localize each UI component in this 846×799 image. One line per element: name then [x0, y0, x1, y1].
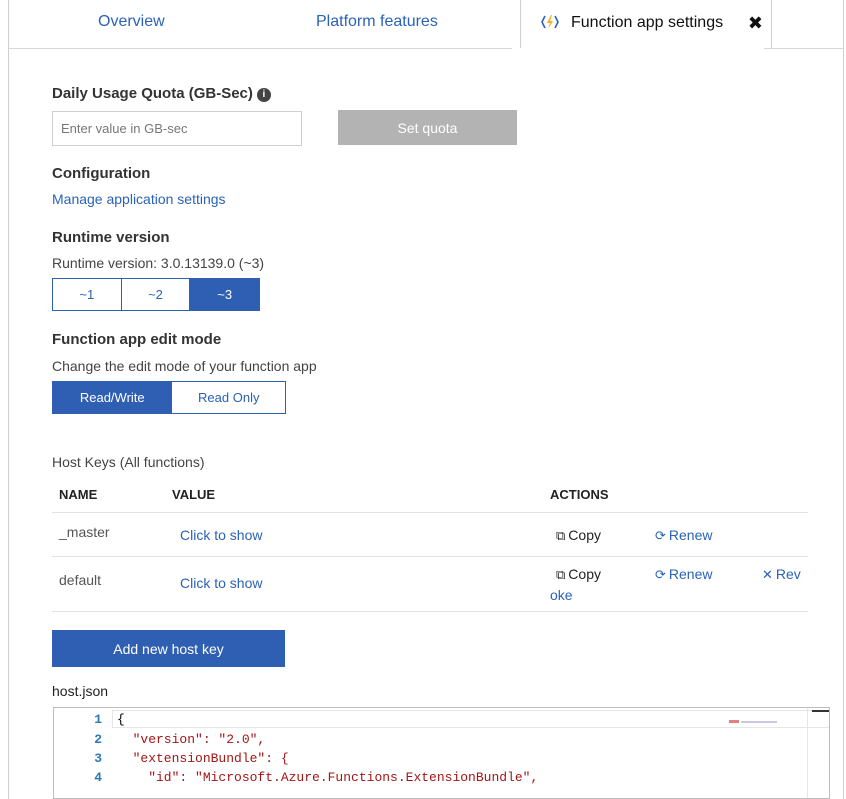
row-divider	[52, 556, 808, 557]
copy-button[interactable]: ⧉ Copy	[556, 566, 601, 583]
tab-divider	[8, 48, 512, 49]
scrollbar-thumb[interactable]	[812, 710, 829, 712]
tab-divider	[764, 48, 844, 49]
copy-label: Copy	[568, 566, 601, 582]
copy-icon: ⧉	[556, 528, 566, 543]
edit-mode-selector: Read/Write Read Only	[52, 381, 286, 414]
renew-icon: ⟳	[655, 528, 666, 543]
quota-heading: Daily Usage Quota (GB-Sec) i	[52, 85, 271, 103]
function-bolt-icon	[541, 13, 559, 31]
runtime-option-3[interactable]: ~3	[190, 279, 259, 310]
editor-scrollbar[interactable]	[807, 708, 829, 798]
runtime-option-1[interactable]: ~1	[53, 279, 122, 310]
quota-input[interactable]	[52, 111, 302, 146]
copy-icon: ⧉	[556, 567, 566, 582]
revoke-button[interactable]: ✕ Rev	[762, 566, 801, 583]
line-number: 3	[94, 751, 102, 766]
current-line-highlight	[112, 710, 829, 728]
tab-function-app-settings[interactable]: Function app settings ✖	[520, 0, 772, 48]
tab-platform-features[interactable]: Platform features	[316, 0, 438, 48]
column-header-name: NAME	[59, 487, 98, 502]
edit-mode-read-write[interactable]: Read/Write	[53, 382, 173, 413]
click-to-show-link[interactable]: Click to show	[180, 527, 262, 543]
key-name: _master	[59, 524, 110, 540]
revoke-label-wrap[interactable]: oke	[550, 587, 573, 603]
line-number: 4	[94, 770, 102, 785]
host-json-label: host.json	[52, 683, 109, 699]
quota-title: Daily Usage Quota (GB-Sec)	[52, 85, 253, 102]
key-name: default	[59, 572, 102, 588]
row-divider	[52, 512, 808, 513]
revoke-label: Rev	[775, 566, 801, 582]
line-number: 1	[94, 712, 102, 727]
line-number-gutter: 1 2 3 4	[54, 708, 110, 798]
host-keys-title: Host Keys (All functions)	[52, 454, 205, 470]
runtime-version-text: Runtime version: 3.0.13139.0 (~3)	[52, 255, 265, 271]
code-line: "extensionBundle": {	[117, 751, 289, 766]
renew-label: Renew	[668, 527, 713, 543]
tab-overview[interactable]: Overview	[98, 0, 165, 48]
edit-mode-read-only[interactable]: Read Only	[172, 382, 285, 413]
editor-minimap[interactable]	[729, 714, 779, 723]
renew-icon: ⟳	[655, 567, 666, 582]
line-number: 2	[94, 732, 102, 747]
tab-function-app-settings-label: Function app settings	[571, 14, 724, 31]
close-icon[interactable]: ✖	[748, 13, 763, 34]
column-header-actions: ACTIONS	[550, 487, 609, 502]
code-line: {	[117, 712, 125, 727]
copy-button[interactable]: ⧉ Copy	[556, 527, 601, 544]
code-line: "version": "2.0",	[117, 732, 266, 747]
renew-label: Renew	[668, 566, 713, 582]
set-quota-button[interactable]: Set quota	[338, 110, 517, 145]
edit-mode-heading: Function app edit mode	[52, 331, 222, 348]
click-to-show-link[interactable]: Click to show	[180, 575, 262, 591]
revoke-icon: ✕	[762, 567, 773, 582]
renew-button[interactable]: ⟳ Renew	[655, 566, 713, 583]
runtime-heading: Runtime version	[52, 229, 170, 246]
edit-mode-text: Change the edit mode of your function ap…	[52, 358, 317, 374]
manage-app-settings-link[interactable]: Manage application settings	[52, 191, 226, 207]
info-icon[interactable]: i	[256, 88, 271, 102]
tab-bar: Overview Platform features Function app …	[8, 0, 844, 48]
runtime-version-selector: ~1 ~2 ~3	[52, 278, 260, 311]
row-divider	[52, 611, 808, 612]
code-line: "id": "Microsoft.Azure.Functions.Extensi…	[117, 770, 539, 785]
add-host-key-button[interactable]: Add new host key	[52, 630, 285, 667]
copy-label: Copy	[568, 527, 601, 543]
configuration-heading: Configuration	[52, 165, 151, 182]
column-header-value: VALUE	[172, 487, 216, 502]
renew-button[interactable]: ⟳ Renew	[655, 527, 713, 544]
host-json-editor[interactable]: 1 2 3 4 { "version": "2.0", "extensionBu…	[53, 707, 830, 799]
runtime-option-2[interactable]: ~2	[121, 279, 191, 310]
